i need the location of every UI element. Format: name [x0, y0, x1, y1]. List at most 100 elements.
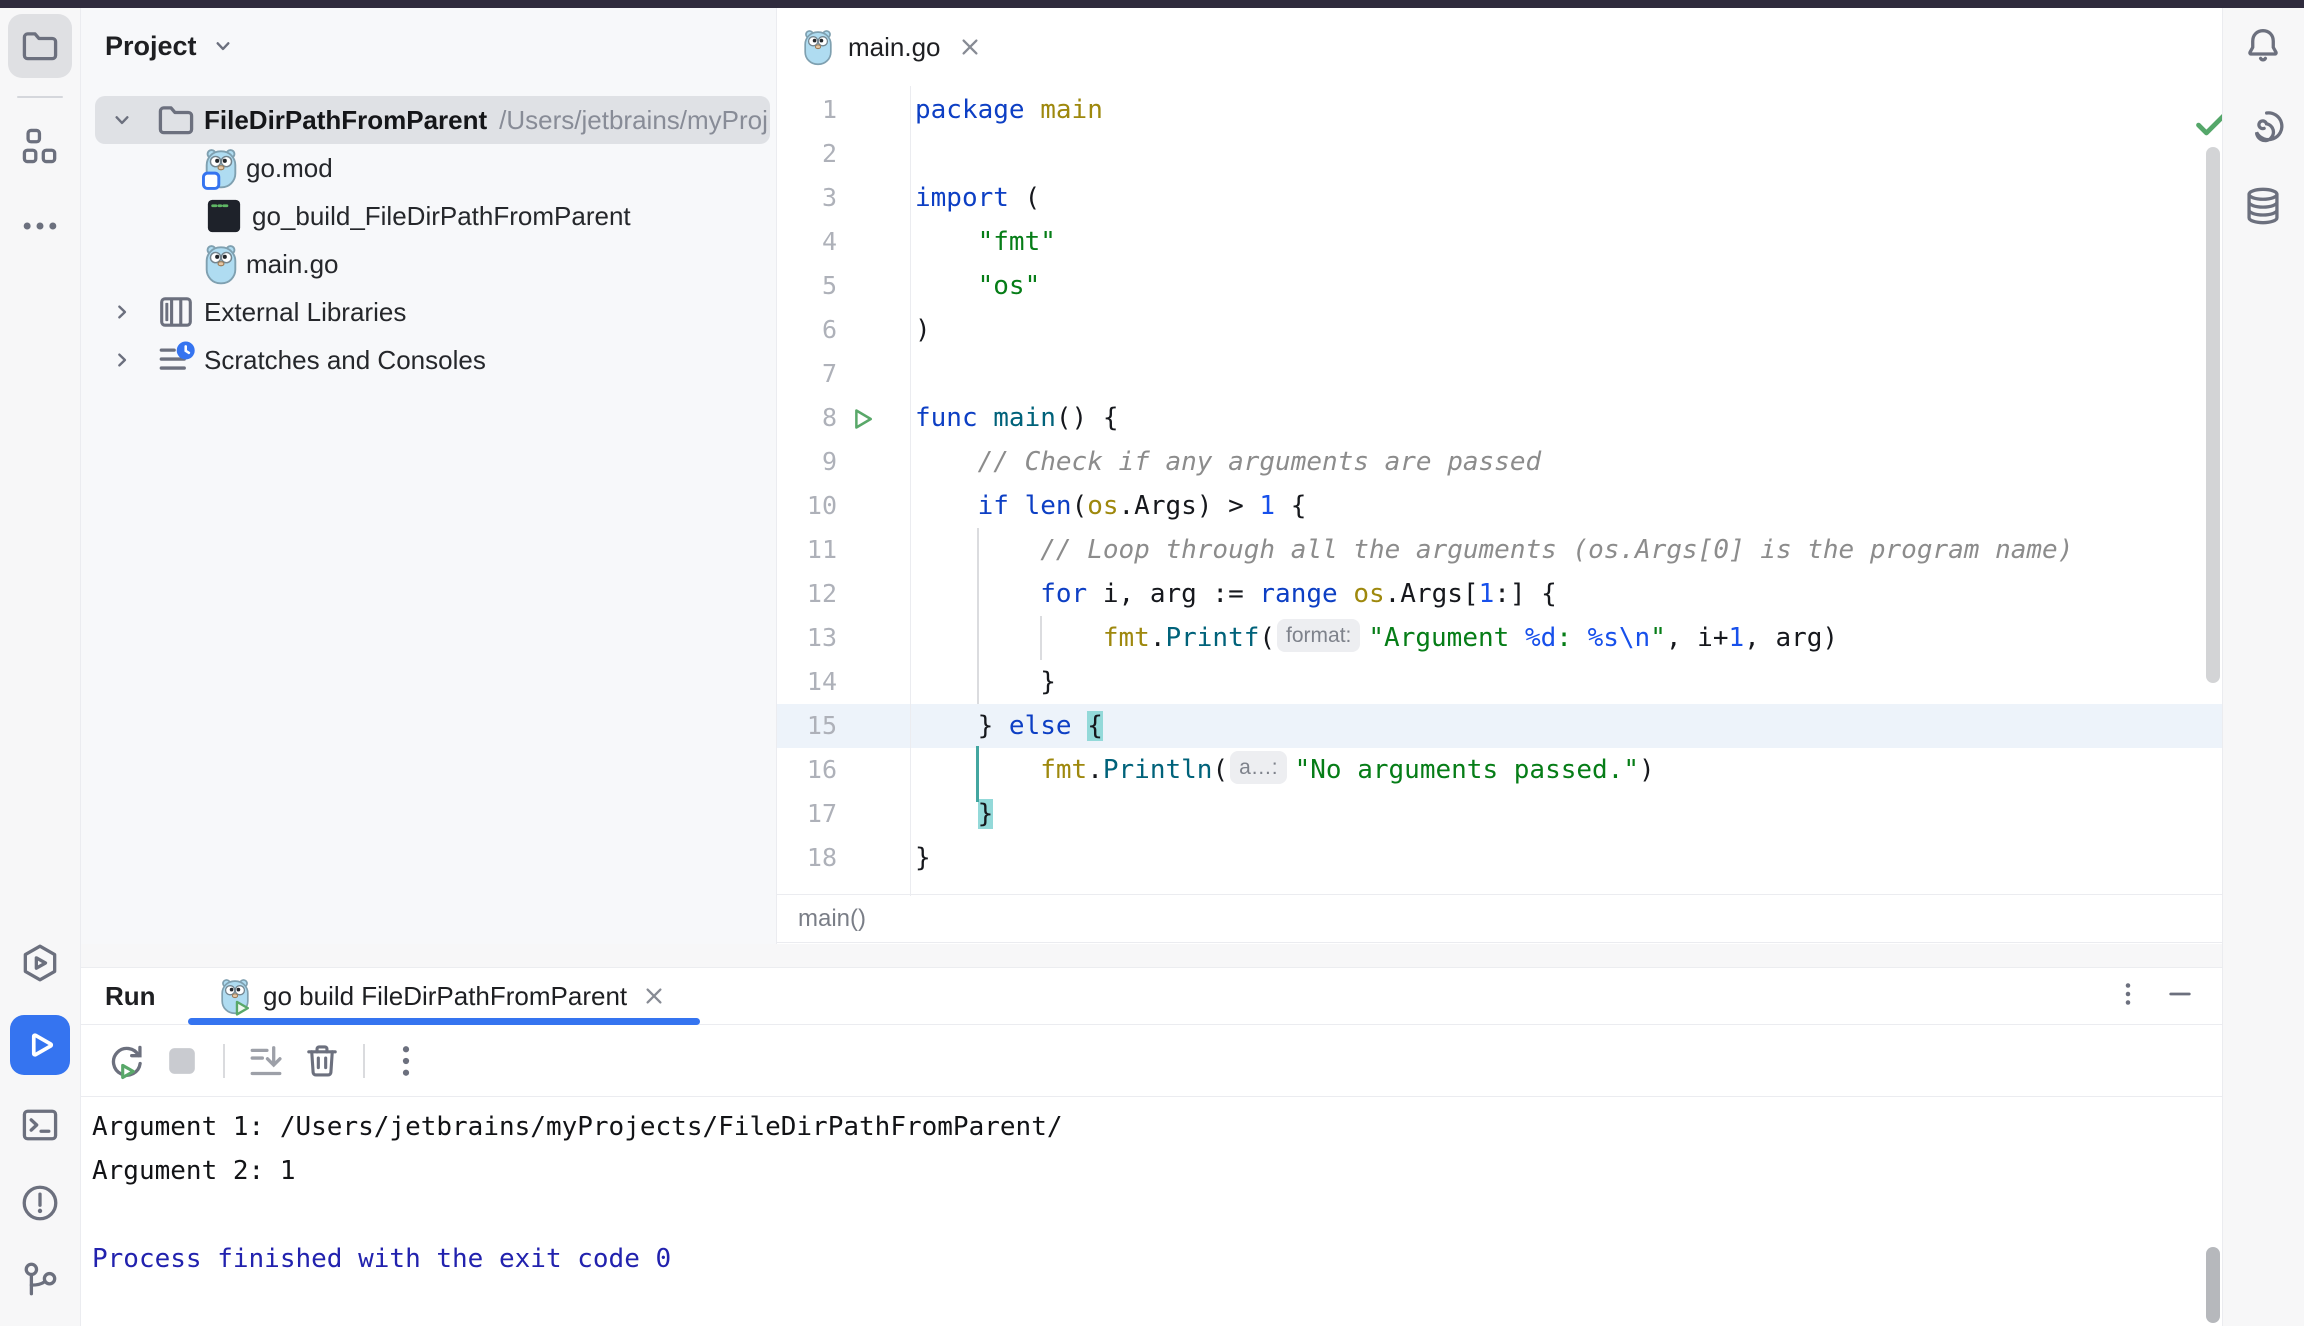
go-mod-icon	[202, 146, 240, 190]
gutter	[837, 704, 910, 748]
folder-icon	[18, 24, 62, 68]
run-toolbar	[81, 1025, 2222, 1097]
sidebar-item-database[interactable]	[2231, 174, 2295, 238]
console-scrollbar-thumb[interactable]	[2206, 1247, 2220, 1323]
more-icon	[18, 204, 62, 248]
database-icon	[2241, 184, 2285, 228]
tree-item-path: /Users/jetbrains/myProj	[499, 105, 768, 136]
tree-item-go.mod[interactable]: go.mod	[95, 144, 770, 192]
console-line: Argument 1: /Users/jetbrains/myProjects/…	[92, 1105, 2222, 1149]
ext-lib-icon	[154, 290, 198, 334]
sidebar-item-problems[interactable]	[8, 1171, 72, 1235]
scope-indent-guide	[976, 746, 979, 802]
chevron-right-icon[interactable]	[106, 296, 138, 328]
more-options-button[interactable]	[2106, 968, 2150, 1020]
line-number: 6	[777, 308, 837, 352]
gutter	[837, 748, 910, 792]
scroll-to-end-button[interactable]	[243, 1038, 289, 1084]
console-line	[92, 1193, 2222, 1237]
kebab-icon	[2112, 978, 2144, 1010]
run-panel-header: Run go build FileDirPathFromParent	[81, 968, 2222, 1025]
stop-button[interactable]	[159, 1038, 205, 1084]
tree-item-Scratches and Consoles[interactable]: Scratches and Consoles	[95, 336, 770, 384]
gutter	[837, 572, 910, 616]
code-line-9: 9 // Check if any arguments are passed	[777, 440, 2222, 484]
chevron-down-icon[interactable]	[106, 104, 138, 136]
gutter	[837, 352, 910, 396]
run-configuration-tab[interactable]: go build FileDirPathFromParent	[206, 968, 682, 1024]
right-activity-bar	[2222, 8, 2304, 1326]
line-number: 8	[777, 396, 837, 440]
editor-scrollbar-thumb[interactable]	[2206, 147, 2220, 683]
gutter	[837, 660, 910, 704]
ai-icon	[2241, 104, 2285, 148]
sidebar-item-project[interactable]	[8, 14, 72, 78]
line-number: 11	[777, 528, 837, 572]
project-panel-header: Project	[81, 8, 776, 84]
structure-icon	[18, 124, 62, 168]
console-line: Argument 2: 1	[92, 1149, 2222, 1193]
folder-icon	[154, 98, 198, 142]
left-activity-bar	[0, 8, 81, 1326]
gutter-border	[910, 86, 911, 896]
line-number: 13	[777, 616, 837, 660]
line-number: 17	[777, 792, 837, 836]
gutter	[837, 88, 910, 132]
tree-item-go_build_FileDirPathFromParent[interactable]: go_build_FileDirPathFromParent	[95, 192, 770, 240]
gopher-icon	[202, 242, 240, 286]
gutter	[837, 264, 910, 308]
code-line-18: 18}	[777, 836, 2222, 880]
gutter	[837, 616, 910, 660]
close-icon[interactable]	[954, 31, 986, 63]
gutter	[837, 396, 910, 440]
chevron-right-icon[interactable]	[106, 344, 138, 376]
hide-tool-window-button[interactable]	[2158, 968, 2202, 1020]
sidebar-item-structure[interactable]	[8, 114, 72, 178]
chevron-down-icon[interactable]	[207, 30, 239, 62]
sidebar-item-terminal[interactable]	[8, 1093, 72, 1157]
indent-guide	[977, 528, 979, 704]
breadcrumb-item-main[interactable]: main()	[798, 905, 866, 933]
kebab-icon	[384, 1039, 428, 1083]
clear-all-button[interactable]	[299, 1038, 345, 1084]
gutter	[837, 440, 910, 484]
tree-item-label: External Libraries	[204, 297, 406, 328]
line-number: 18	[777, 836, 837, 880]
chevron-down-icon	[106, 104, 138, 136]
project-tool-window: Project FileDirPathFromParent/Users/jetb…	[81, 8, 777, 944]
tree-item-main.go[interactable]: main.go	[95, 240, 770, 288]
tree-item-External Libraries[interactable]: External Libraries	[95, 288, 770, 336]
run-line-icon[interactable]	[847, 404, 877, 434]
tree-item-FileDirPathFromParent[interactable]: FileDirPathFromParent/Users/jetbrains/my…	[95, 96, 770, 144]
console-output[interactable]: Argument 1: /Users/jetbrains/myProjects/…	[81, 1097, 2222, 1281]
scroll-end-icon	[244, 1039, 288, 1083]
code-editor[interactable]: 1package main23import (4 "fmt"5 "os"6)78…	[777, 86, 2222, 896]
close-icon[interactable]	[638, 980, 670, 1012]
minimize-icon	[2164, 978, 2196, 1010]
gutter	[837, 220, 910, 264]
project-panel-title[interactable]: Project	[105, 31, 197, 62]
sidebar-item-more-tool-windows[interactable]	[8, 194, 72, 258]
rerun-button[interactable]	[103, 1038, 149, 1084]
code-line-4: 4 "fmt"	[777, 220, 2222, 264]
line-number: 14	[777, 660, 837, 704]
sidebar-item-notifications[interactable]	[2231, 13, 2295, 77]
code-line-12: 12 for i, arg := range os.Args[1:] {	[777, 572, 2222, 616]
ide-window: Project FileDirPathFromParent/Users/jetb…	[0, 0, 2304, 1326]
sidebar-item-run[interactable]	[10, 1015, 70, 1075]
sidebar-item-version-control[interactable]	[8, 1248, 72, 1312]
code-line-10: 10 if len(os.Args) > 1 {	[777, 484, 2222, 528]
chevron-right-icon	[106, 344, 138, 376]
sidebar-item-services[interactable]	[8, 931, 72, 995]
gutter	[837, 528, 910, 572]
terminal-icon	[18, 1103, 62, 1147]
editor-area: main.go 1package main23import (4 "fmt"5 …	[777, 8, 2222, 944]
more-actions-button[interactable]	[383, 1038, 429, 1084]
active-tab-indicator	[188, 1018, 700, 1025]
sidebar-item-ai-assistant[interactable]	[2231, 94, 2295, 158]
gutter	[837, 308, 910, 352]
gutter	[837, 176, 910, 220]
tab-main-go[interactable]: main.go	[777, 8, 1010, 86]
code-line-3: 3import (	[777, 176, 2222, 220]
line-number: 9	[777, 440, 837, 484]
